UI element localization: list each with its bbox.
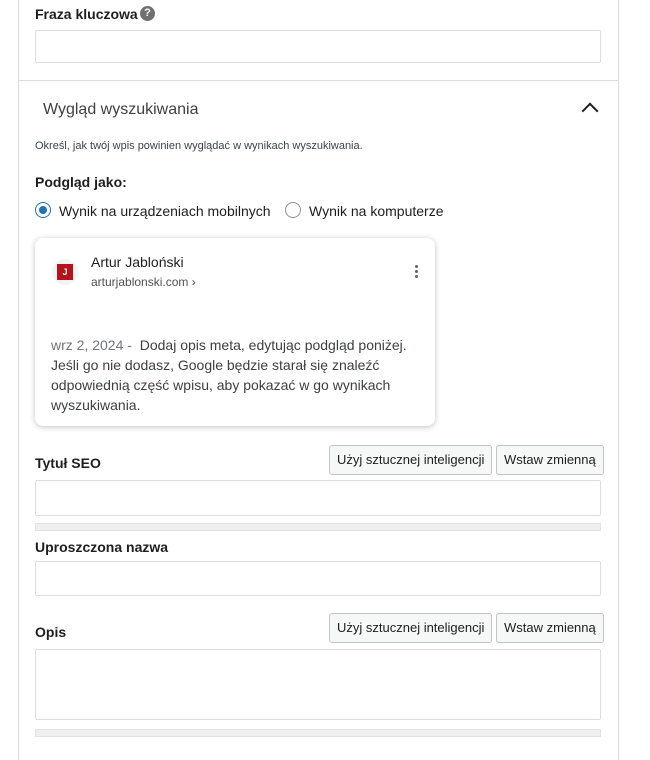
- mobile-result-label[interactable]: Wynik na urządzeniach mobilnych: [59, 203, 271, 219]
- meta-description-progress-bar: [35, 729, 601, 737]
- seo-title-insert-variable-button[interactable]: Wstaw zmienną: [496, 445, 604, 475]
- serp-url: arturjablonski.com ›: [91, 275, 196, 289]
- seo-title-input[interactable]: [35, 480, 601, 516]
- serp-site-name: Artur Jabloński: [91, 254, 184, 270]
- favicon-circle: J: [52, 259, 78, 285]
- meta-description-textarea[interactable]: [35, 649, 601, 720]
- mobile-result-radio[interactable]: [35, 202, 51, 218]
- slug-label: Uproszczona nazwa: [35, 539, 169, 555]
- serp-description: wrz 2, 2024 - Dodaj opis meta, edytując …: [51, 335, 421, 415]
- meta-description-insert-variable-button[interactable]: Wstaw zmienną: [496, 613, 604, 643]
- seo-title-label: Tytuł SEO: [35, 455, 101, 471]
- serp-separator: -: [123, 337, 136, 353]
- site-favicon-icon: J: [57, 264, 73, 280]
- seo-title-ai-button[interactable]: Użyj sztucznej inteligencji: [329, 445, 493, 475]
- search-appearance-intro: Określ, jak twój wpis powinien wyglądać …: [35, 140, 363, 152]
- serp-date: wrz 2, 2024: [51, 337, 124, 353]
- slug-input[interactable]: [35, 561, 601, 596]
- preview-as-label: Podgląd jako:: [35, 174, 127, 190]
- serp-preview-card[interactable]: J Artur Jabloński arturjablonski.com › w…: [35, 238, 435, 426]
- question-mark-icon[interactable]: ?: [140, 6, 155, 21]
- more-vertical-icon[interactable]: [415, 265, 418, 279]
- section-divider: [18, 80, 618, 81]
- search-appearance-title[interactable]: Wygląd wyszukiwania: [43, 101, 198, 119]
- focus-keyphrase-input[interactable]: [35, 30, 601, 63]
- focus-keyphrase-label: Fraza kluczowa: [35, 6, 138, 22]
- meta-description-ai-button[interactable]: Użyj sztucznej inteligencji: [329, 613, 493, 643]
- seo-title-progress-bar: [35, 523, 601, 531]
- desktop-result-label[interactable]: Wynik na komputerze: [309, 203, 443, 219]
- desktop-result-radio[interactable]: [285, 202, 301, 218]
- meta-description-label: Opis: [35, 624, 67, 640]
